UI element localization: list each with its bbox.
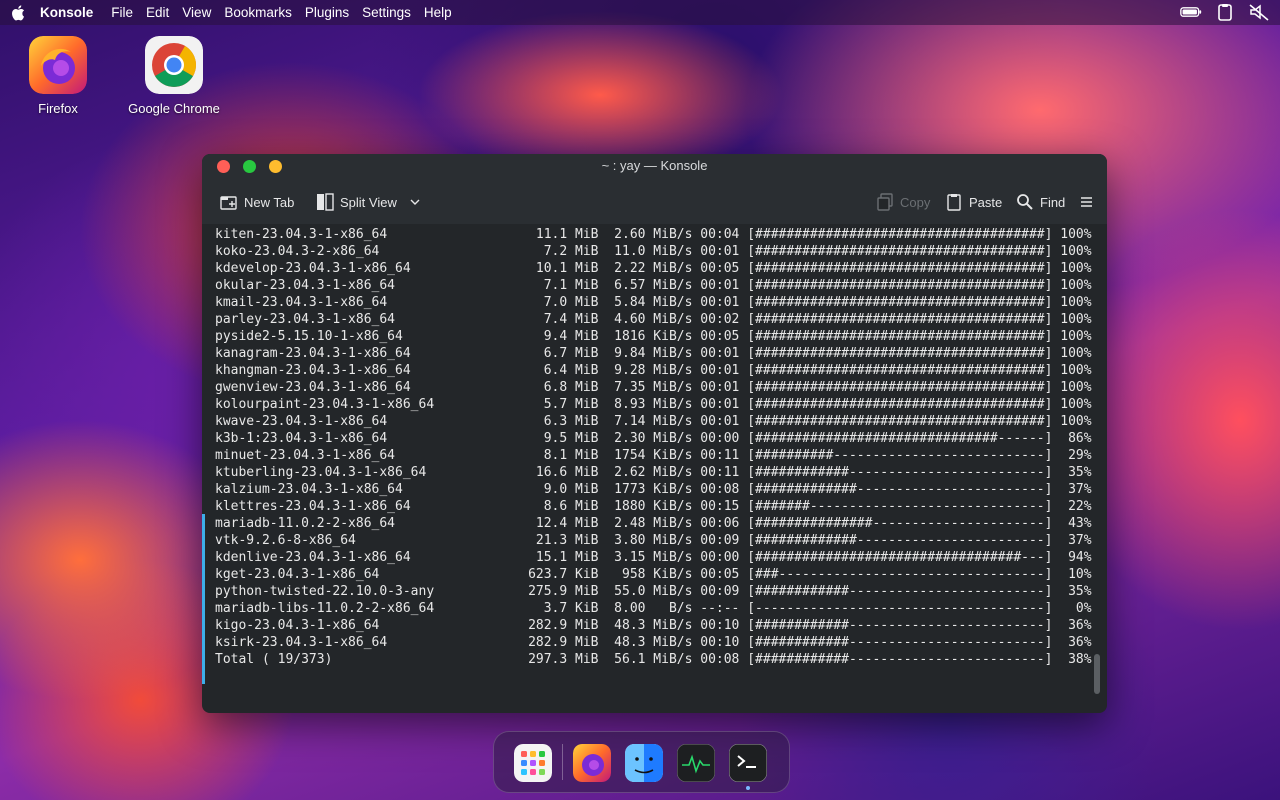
window-title: ~ : yay — Konsole (601, 158, 708, 173)
terminal-line: kolourpaint-23.04.3-1-x86_64 5.7 MiB 8.9… (215, 397, 1092, 412)
copy-icon (877, 193, 893, 211)
split-view-icon (317, 193, 334, 211)
terminal-line: kalzium-23.04.3-1-x86_64 9.0 MiB 1773 Ki… (215, 482, 1092, 497)
terminal-line: kiten-23.04.3-1-x86_64 11.1 MiB 2.60 MiB… (215, 227, 1092, 242)
paste-icon (947, 194, 961, 211)
terminal-line: ktuberling-23.04.3-1-x86_64 16.6 MiB 2.6… (215, 465, 1092, 480)
terminal-line: python-twisted-22.10.0-3-any 275.9 MiB 5… (215, 584, 1092, 599)
hamburger-menu-button[interactable] (1078, 193, 1096, 211)
menu-file[interactable]: File (111, 5, 133, 20)
paste-button[interactable]: Paste (945, 193, 1002, 211)
search-icon (1017, 194, 1033, 210)
scrollbar[interactable] (1094, 654, 1100, 694)
terminal-line: minuet-23.04.3-1-x86_64 8.1 MiB 1754 KiB… (215, 448, 1092, 463)
terminal-line: klettres-23.04.3-1-x86_64 8.6 MiB 1880 K… (215, 499, 1092, 514)
chevron-down-icon[interactable] (409, 196, 421, 208)
terminal-line: kwave-23.04.3-1-x86_64 6.3 MiB 7.14 MiB/… (215, 414, 1092, 429)
dock (493, 731, 790, 793)
minimize-button[interactable] (269, 160, 282, 173)
active-marker (202, 514, 205, 684)
paste-label: Paste (969, 194, 1003, 210)
apple-icon[interactable] (10, 4, 28, 22)
toolbar: New Tab Split View Copy Paste Find (202, 180, 1107, 225)
terminal-line: okular-23.04.3-1-x86_64 7.1 MiB 6.57 MiB… (215, 278, 1092, 293)
new-tab-icon (220, 196, 237, 210)
close-button[interactable] (217, 160, 230, 173)
terminal-line: khangman-23.04.3-1-x86_64 6.4 MiB 9.28 M… (215, 363, 1092, 378)
desktop-icon-firefox[interactable]: Firefox (3, 36, 113, 116)
terminal-line: parley-23.04.3-1-x86_64 7.4 MiB 4.60 MiB… (215, 312, 1092, 327)
terminal-line: k3b-1:23.04.3-1-x86_64 9.5 MiB 2.30 MiB/… (215, 431, 1092, 446)
new-tab-label: New Tab (244, 194, 295, 210)
terminal-line: kanagram-23.04.3-1-x86_64 6.7 MiB 9.84 M… (215, 346, 1092, 361)
running-indicator (746, 786, 750, 790)
hamburger-menu-icon (1081, 197, 1092, 207)
terminal-line: kdevelop-23.04.3-1-x86_64 10.1 MiB 2.22 … (215, 261, 1092, 276)
desktop-icon-label: Google Chrome (128, 101, 220, 116)
maximize-button[interactable] (243, 160, 256, 173)
copy-label: Copy (900, 194, 931, 210)
terminal-output: kiten-23.04.3-1-x86_64 11.1 MiB 2.60 MiB… (215, 226, 1092, 668)
dock-separator (562, 744, 563, 780)
finder-icon[interactable] (625, 744, 663, 782)
clipboard-icon[interactable] (1214, 3, 1236, 21)
firefox-icon[interactable] (573, 744, 611, 782)
find-button[interactable]: Find (1016, 193, 1065, 211)
menu-settings[interactable]: Settings (362, 5, 411, 20)
split-view-button[interactable]: Split View (316, 193, 421, 211)
desktop-icon-chrome[interactable]: Google Chrome (119, 36, 229, 116)
konsole-window: ~ : yay — Konsole New Tab Split View Cop… (202, 154, 1107, 713)
terminal-line: kdenlive-23.04.3-1-x86_64 15.1 MiB 3.15 … (215, 550, 1092, 565)
menu-plugins[interactable]: Plugins (305, 5, 349, 20)
desktop: Konsole File Edit View Bookmarks Plugins… (0, 0, 1280, 800)
desktop-icon-label: Firefox (38, 101, 78, 116)
terminal-line: vtk-9.2.6-8-x86_64 21.3 MiB 3.80 MiB/s 0… (215, 533, 1092, 548)
copy-button[interactable]: Copy (876, 193, 930, 211)
terminal-line: koko-23.04.3-2-x86_64 7.2 MiB 11.0 MiB/s… (215, 244, 1092, 259)
terminal-line: kigo-23.04.3-1-x86_64 282.9 MiB 48.3 MiB… (215, 618, 1092, 633)
title-bar[interactable]: ~ : yay — Konsole (202, 154, 1107, 180)
terminal-line: gwenview-23.04.3-1-x86_64 6.8 MiB 7.35 M… (215, 380, 1092, 395)
terminal-line: kmail-23.04.3-1-x86_64 7.0 MiB 5.84 MiB/… (215, 295, 1092, 310)
split-view-label: Split View (340, 194, 397, 210)
terminal-line: ksirk-23.04.3-1-x86_64 282.9 MiB 48.3 Mi… (215, 635, 1092, 650)
terminal-line: kget-23.04.3-1-x86_64 623.7 KiB 958 KiB/… (215, 567, 1092, 582)
menu-bookmarks[interactable]: Bookmarks (224, 5, 292, 20)
app-name[interactable]: Konsole (40, 5, 93, 20)
terminal-line: mariadb-libs-11.0.2-2-x86_64 3.7 KiB 8.0… (215, 601, 1092, 616)
menu-help[interactable]: Help (424, 5, 452, 20)
terminal-line: Total ( 19/373) 297.3 MiB 56.1 MiB/s 00:… (215, 652, 1092, 667)
menu-bar: Konsole File Edit View Bookmarks Plugins… (0, 0, 1280, 25)
battery-icon[interactable] (1180, 3, 1202, 21)
new-tab-button[interactable]: New Tab (220, 193, 294, 211)
terminal-line: mariadb-11.0.2-2-x86_64 12.4 MiB 2.48 Mi… (215, 516, 1092, 531)
volume-muted-icon[interactable] (1248, 3, 1270, 21)
menu-edit[interactable]: Edit (146, 5, 169, 20)
terminal-area[interactable]: kiten-23.04.3-1-x86_64 11.1 MiB 2.60 MiB… (202, 224, 1107, 704)
launchpad-icon[interactable] (514, 744, 552, 782)
menu-view[interactable]: View (182, 5, 211, 20)
chrome-icon (145, 36, 203, 94)
find-label: Find (1040, 194, 1066, 210)
firefox-icon (29, 36, 87, 94)
terminal-line: pyside2-5.15.10-1-x86_64 9.4 MiB 1816 Ki… (215, 329, 1092, 344)
terminal-icon[interactable] (729, 744, 767, 782)
activity-monitor-icon[interactable] (677, 744, 715, 782)
